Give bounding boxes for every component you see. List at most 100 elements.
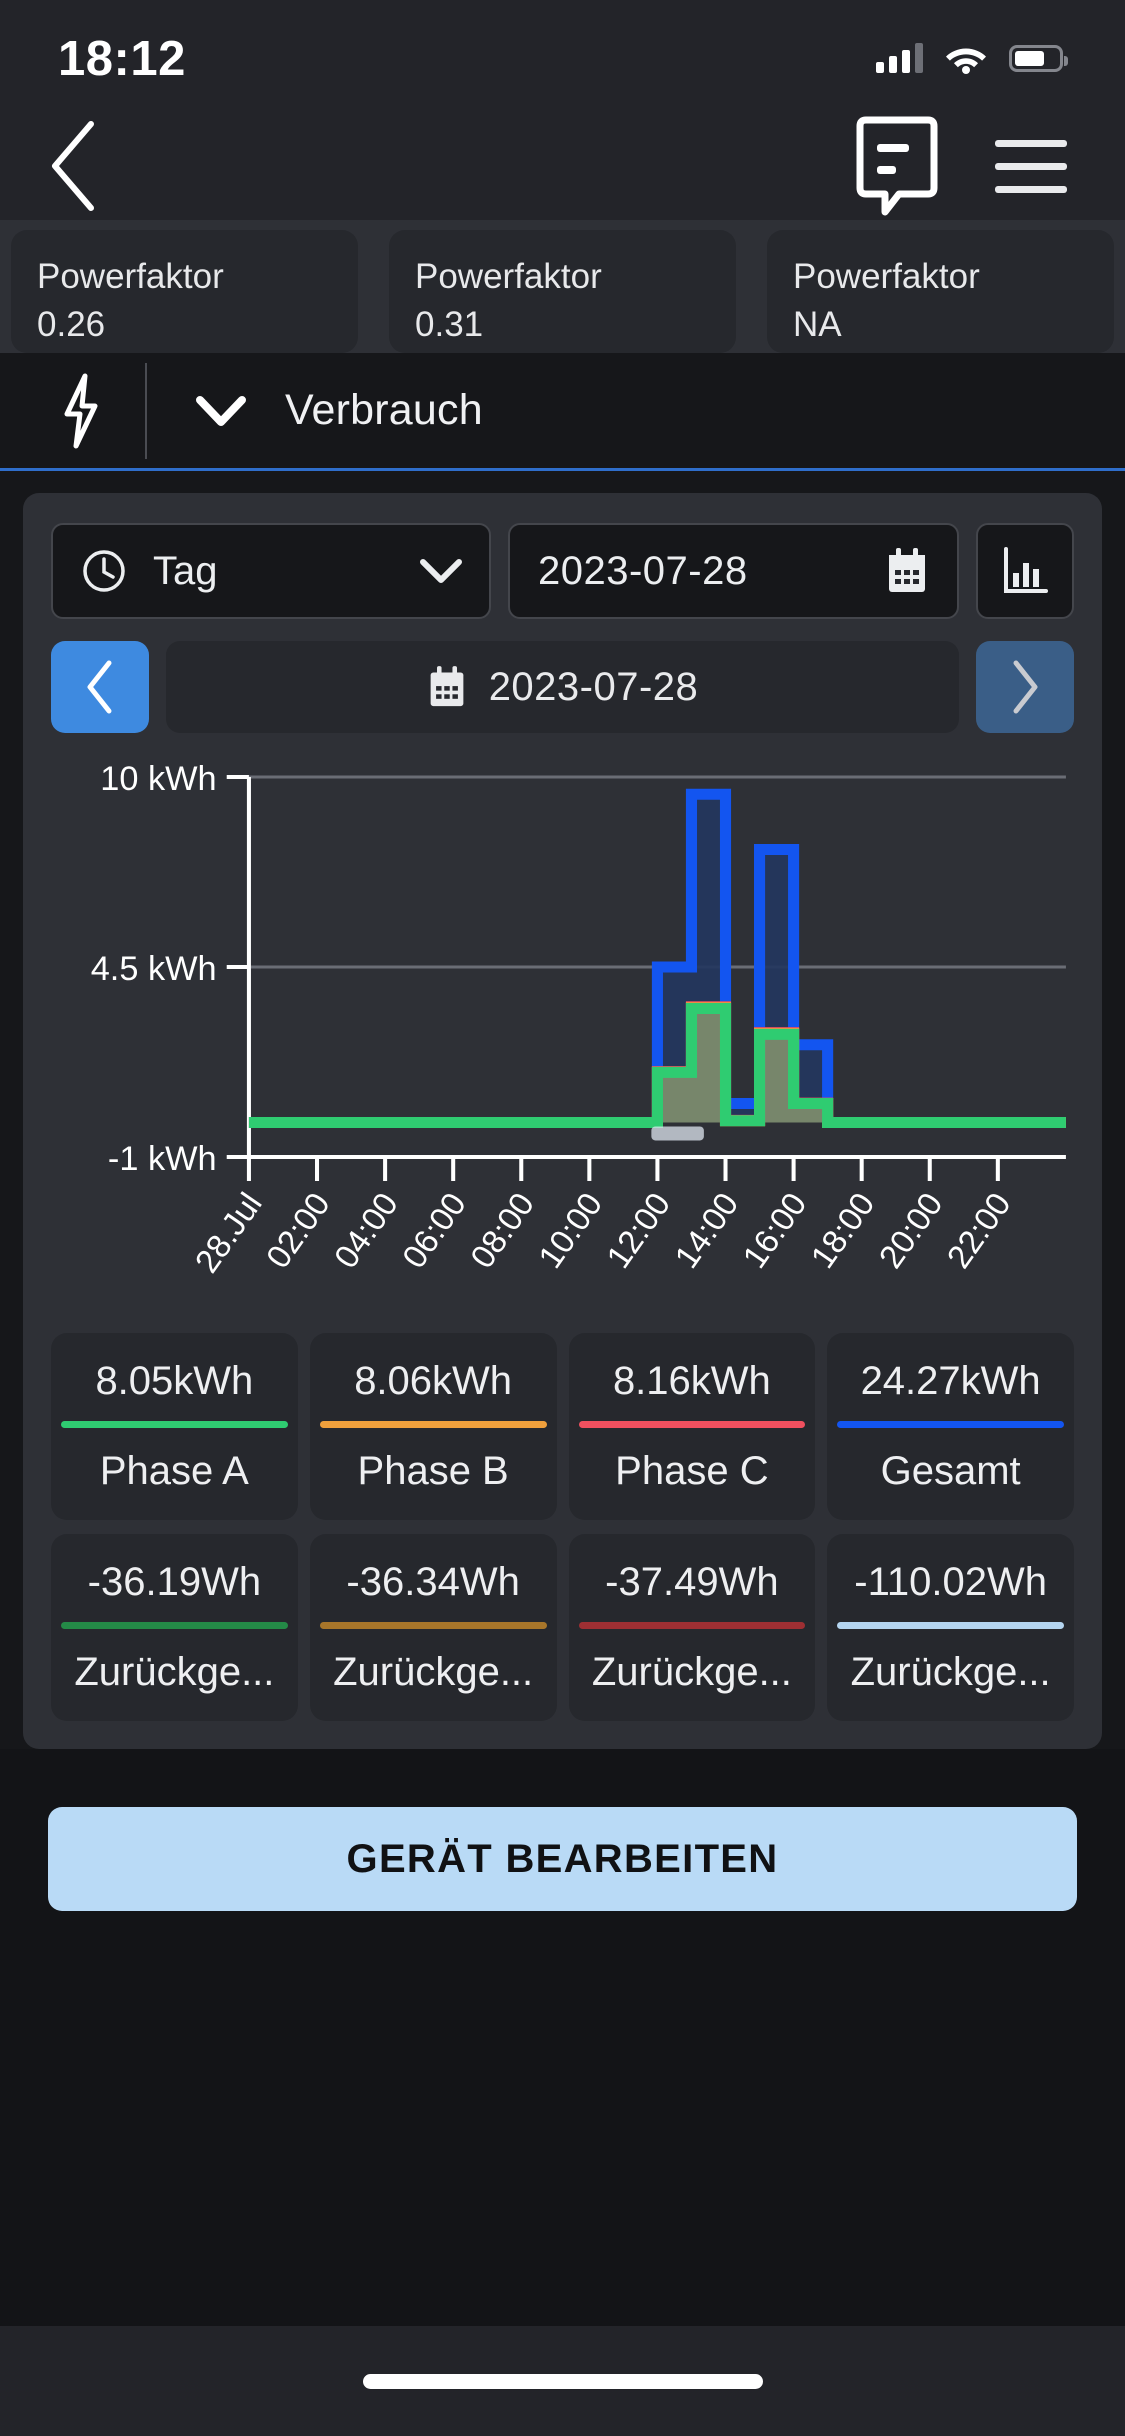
stat-card[interactable]: -37.49Wh Zurückge...: [568, 1534, 816, 1721]
stat-color-rule: [61, 1421, 288, 1428]
card-title: Powerfaktor: [793, 257, 980, 296]
stat-label: Zurückge...: [591, 1650, 792, 1694]
chevron-down-icon: [420, 559, 462, 583]
stat-value: 8.06kWh: [354, 1359, 513, 1403]
stat-card[interactable]: 8.06kWh Phase B: [309, 1333, 557, 1520]
scroll-body: Powerfaktor 0.26 Powerfaktor 0.31 Powerf…: [0, 220, 1125, 2326]
chevron-down-icon: [196, 395, 246, 426]
stat-color-rule: [578, 1421, 806, 1428]
stat-value: -110.02Wh: [854, 1560, 1047, 1604]
status-icons: [876, 39, 1068, 74]
message-bubble-icon: [856, 116, 938, 216]
section-tab-label: Verbrauch: [285, 386, 483, 434]
stat-label: Zurückge...: [333, 1650, 534, 1694]
card-value: 0.26: [37, 305, 106, 344]
power-factor-strip: Powerfaktor 0.26 Powerfaktor 0.31 Powerf…: [0, 220, 1125, 353]
previous-date-button[interactable]: [51, 641, 149, 733]
date-value: 2023-07-28: [538, 548, 748, 593]
power-factor-cell: Powerfaktor 0.26: [0, 220, 369, 353]
power-factor-cell: Powerfaktor 0.31: [378, 220, 747, 353]
stats-row-returned: -36.19Wh Zurückge... -36.34Wh Zurückge..…: [51, 1534, 1074, 1721]
power-factor-card[interactable]: Powerfaktor 0.31: [389, 230, 736, 353]
cta-wrapper: GERÄT BEARBEITEN: [0, 1749, 1125, 2326]
app-screen: 18:12 Powerfaktor 0.26 Powerfaktor 0.31 …: [0, 0, 1125, 2436]
energy-chart-svg: -1 kWh 4.5 kWh 10 kWh 28.Jul02:0004:0006:00…: [91, 760, 1066, 1280]
svg-text:06:00: 06:00: [396, 1186, 474, 1275]
section-tab-verbrauch[interactable]: Verbrauch: [0, 353, 1125, 471]
stat-value: 8.16kWh: [612, 1359, 771, 1403]
stat-color-rule: [319, 1622, 547, 1629]
stat-label: Phase C: [615, 1449, 769, 1493]
stat-card[interactable]: 8.16kWh Phase C: [568, 1333, 816, 1520]
stat-label: Zurückge...: [74, 1650, 275, 1694]
stat-card[interactable]: 8.05kWh Phase A: [51, 1333, 298, 1520]
next-date-button[interactable]: [976, 641, 1074, 733]
svg-text:22:00: 22:00: [940, 1186, 1018, 1275]
stat-card[interactable]: 24.27kWh Gesamt: [827, 1333, 1074, 1520]
stat-value: -36.34Wh: [346, 1560, 520, 1604]
card-title: Powerfaktor: [37, 257, 224, 296]
stat-label: Phase A: [99, 1449, 249, 1493]
stat-value: -37.49Wh: [605, 1560, 779, 1604]
stat-color-rule: [319, 1421, 547, 1428]
power-factor-card[interactable]: Powerfaktor 0.26: [11, 230, 358, 353]
stat-value: 24.27kWh: [860, 1359, 1041, 1403]
stat-color-rule: [61, 1622, 288, 1629]
card-title: Powerfaktor: [415, 257, 602, 296]
chevron-left-icon: [87, 660, 112, 714]
home-indicator[interactable]: [362, 2373, 763, 2389]
chart-type-button[interactable]: [976, 523, 1074, 619]
power-factor-cell: Powerfaktor NA: [756, 220, 1125, 353]
chart-controls: Tag 2023-07-28: [51, 523, 1074, 619]
section-expand-toggle[interactable]: [195, 394, 247, 428]
stat-label: Gesamt: [880, 1449, 1021, 1493]
date-nav-value: 2023-07-28: [488, 664, 699, 709]
hamburger-menu-icon: [995, 139, 1067, 193]
lightning-bolt-icon: [50, 372, 112, 450]
chart-panel: Tag 2023-07-28 2023-07-28 -1 kWh 4.5 kWh…: [23, 493, 1102, 1749]
date-nav-row: 2023-07-28: [51, 641, 1074, 733]
cellular-signal-icon: [876, 43, 923, 73]
svg-text:10:00: 10:00: [532, 1186, 610, 1275]
back-button[interactable]: [45, 120, 103, 212]
battery-icon: [1009, 44, 1068, 72]
svg-text:20:00: 20:00: [872, 1186, 950, 1275]
nav-actions: [851, 116, 1067, 216]
wifi-icon: [946, 48, 986, 74]
svg-text:04:00: 04:00: [328, 1186, 406, 1275]
energy-chart[interactable]: -1 kWh 4.5 kWh 10 kWh 28.Jul 02:00 04:00 06:00…: [51, 759, 1074, 1319]
stat-label: Zurückge...: [850, 1650, 1051, 1694]
calendar-icon: [430, 666, 464, 707]
navigation-bar: [0, 112, 1125, 220]
stat-card[interactable]: -36.34Wh Zurückge...: [309, 1534, 557, 1721]
chart-panel-wrapper: Tag 2023-07-28 2023-07-28 -1 kWh 4.5 kWh…: [0, 471, 1125, 1749]
status-time: 18:12: [58, 32, 186, 86]
svg-text:4.5 kWh: 4.5 kWh: [91, 950, 217, 988]
chevron-left-icon: [52, 121, 94, 211]
menu-button[interactable]: [995, 139, 1067, 193]
stats-row-phases: 8.05kWh Phase A 8.06kWh Phase B 8.16kWh …: [51, 1333, 1074, 1520]
svg-text:08:00: 08:00: [464, 1186, 542, 1275]
edit-device-button[interactable]: GERÄT BEARBEITEN: [48, 1807, 1077, 1911]
period-select[interactable]: Tag: [51, 523, 491, 619]
power-factor-card[interactable]: Powerfaktor NA: [767, 230, 1114, 353]
period-value: Tag: [153, 548, 218, 593]
stat-value: 8.05kWh: [95, 1359, 254, 1403]
svg-text:10 kWh: 10 kWh: [100, 760, 216, 798]
stat-card[interactable]: -36.19Wh Zurückge...: [51, 1534, 298, 1721]
svg-text:02:00: 02:00: [259, 1186, 337, 1275]
card-value: 0.31: [415, 305, 484, 344]
current-date-display[interactable]: 2023-07-28: [166, 641, 959, 733]
messages-button[interactable]: [851, 116, 943, 216]
chevron-right-icon: [1013, 660, 1038, 714]
home-indicator-area: [0, 2326, 1125, 2436]
stat-color-rule: [837, 1622, 1064, 1629]
svg-text:-1 kWh: -1 kWh: [108, 1140, 217, 1178]
stat-color-rule: [837, 1421, 1064, 1428]
date-picker[interactable]: 2023-07-28: [508, 523, 959, 619]
stat-card[interactable]: -110.02Wh Zurückge...: [827, 1534, 1074, 1721]
card-value: NA: [793, 305, 842, 344]
status-bar: 18:12: [0, 0, 1125, 112]
tab-divider: [145, 362, 147, 459]
stat-label: Phase B: [357, 1449, 509, 1493]
